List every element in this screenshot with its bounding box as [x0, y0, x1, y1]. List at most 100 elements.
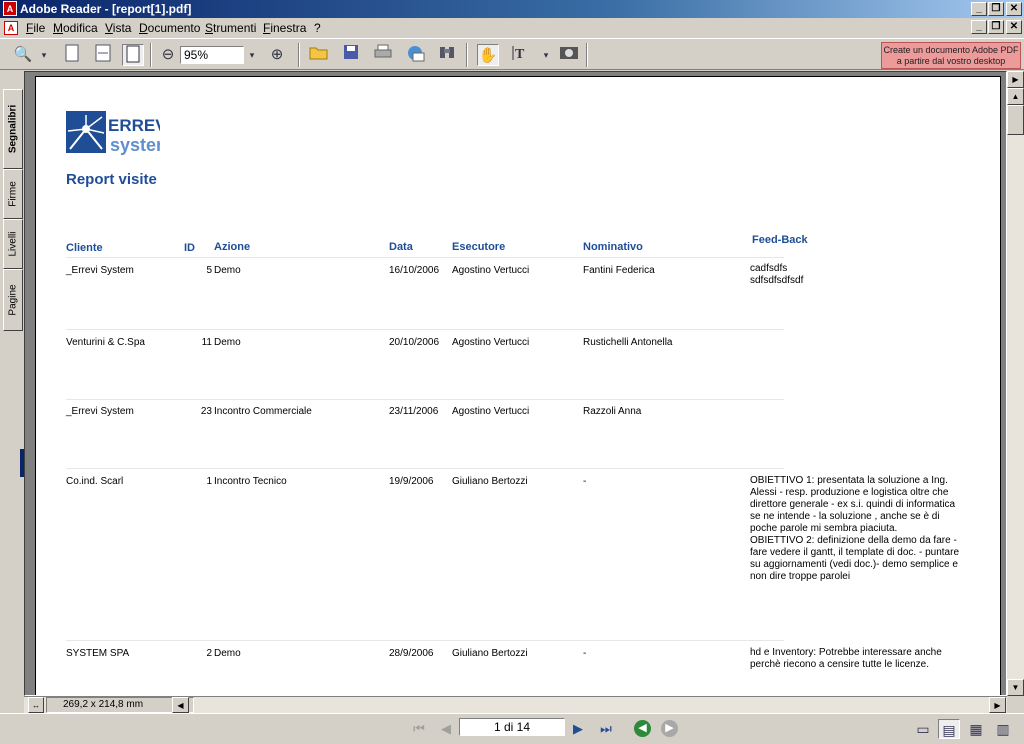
last-page-icon[interactable]: ⏭	[596, 719, 616, 739]
header-id: ID	[184, 242, 195, 254]
scroll-thumb[interactable]	[1007, 105, 1024, 135]
cell-id: 11	[201, 337, 212, 348]
menu-strumenti[interactable]: Strumenti	[205, 21, 256, 35]
cell-azione: Incontro Commerciale	[214, 406, 312, 417]
document-view[interactable]: ERREVI system Report visite Cliente ID A…	[24, 71, 1007, 696]
cell-esecutore: Agostino Vertucci	[452, 265, 530, 276]
svg-text:ERREVI: ERREVI	[108, 116, 160, 135]
go-forward-icon[interactable]: ▶	[661, 720, 678, 737]
scroll-down-icon[interactable]: ▼	[1007, 679, 1024, 696]
scroll-right-icon[interactable]: ▶	[989, 697, 1006, 713]
adobe-reader-icon: A	[3, 1, 17, 16]
facing-icon[interactable]: ▦	[965, 719, 987, 739]
print-icon[interactable]	[372, 44, 394, 66]
cell-nominativo: Rustichelli Antonella	[583, 337, 673, 348]
search-icon[interactable]	[436, 44, 458, 66]
zoom-dropdown-icon[interactable]: ▾	[38, 44, 50, 66]
continuous-facing-icon[interactable]: ▥	[992, 719, 1014, 739]
fit-page-icon[interactable]	[122, 44, 144, 66]
first-page-icon[interactable]: ⏮	[409, 719, 429, 739]
close-button[interactable]: ✕	[1006, 2, 1022, 16]
next-page-icon[interactable]: ▶	[568, 719, 588, 739]
email-icon[interactable]	[404, 44, 426, 66]
cell-feedback: hd e Inventory: Potrebbe interessare anc…	[750, 647, 942, 670]
errevi-logo: ERREVI system	[66, 109, 172, 155]
tab-pagine[interactable]: Pagine	[3, 269, 23, 331]
menu-documento[interactable]: Documento	[139, 21, 200, 35]
cell-id: 5	[206, 265, 212, 276]
save-icon[interactable]	[340, 44, 362, 66]
title-bar: A Adobe Reader - [report[1].pdf] _ ❐ ✕	[0, 0, 1024, 18]
cell-cliente: SYSTEM SPA	[66, 648, 130, 659]
cell-data: 16/10/2006	[389, 265, 440, 276]
cell-nominativo: -	[583, 648, 587, 659]
resize-arrows-icon[interactable]: ↔	[28, 697, 44, 713]
menu-help[interactable]: ?	[314, 21, 321, 35]
tab-livelli[interactable]: Livelli	[3, 219, 23, 269]
zoom-input[interactable]: 95%	[180, 46, 244, 64]
vertical-scrollbar[interactable]: ▶ ▲ ▼	[1007, 71, 1024, 696]
scroll-left-icon[interactable]: ◀	[172, 697, 189, 713]
menu-file[interactable]: File	[26, 21, 45, 35]
hand-icon[interactable]: ✋	[477, 44, 499, 66]
tab-segnalibri[interactable]: Segnalibri	[3, 89, 23, 169]
toolbar-separator	[298, 43, 300, 67]
minimize-button[interactable]: _	[971, 2, 987, 16]
svg-text:T: T	[515, 47, 525, 62]
create-pdf-promo-button[interactable]: Create un documento Adobe PDF a partire …	[881, 42, 1021, 69]
page-nav-arrow-icon[interactable]: ▶	[1007, 71, 1024, 88]
row-divider	[66, 257, 784, 258]
cell-data: 23/11/2006	[389, 406, 439, 417]
tab-firme[interactable]: Firme	[3, 169, 23, 219]
cell-nominativo: -	[583, 476, 587, 487]
cell-esecutore: Agostino Vertucci	[452, 406, 530, 417]
cell-id: 23	[200, 406, 212, 417]
zoom-in-icon[interactable]: ⊕	[266, 44, 288, 66]
go-back-icon[interactable]: ◀	[634, 720, 651, 737]
cell-cliente: _Errevi System	[66, 406, 134, 417]
open-folder-icon[interactable]	[308, 44, 330, 66]
row-divider	[66, 640, 784, 641]
header-feedback: Feed-Back	[752, 234, 808, 246]
page-number-input[interactable]: 1 di 14	[459, 718, 565, 736]
toolbar: 🔍 ▾ ⊖ 95% ▾ ⊕ ✋ T ▾ Create un documento …	[0, 38, 1024, 70]
row-divider	[66, 399, 784, 400]
header-nominativo: Nominativo	[583, 241, 643, 253]
menu-modifica[interactable]: Modifica	[53, 21, 98, 35]
cell-feedback: cadfsdfs sdfsdfsdfsdf	[750, 263, 804, 286]
cell-azione: Demo	[214, 265, 241, 276]
zoom-out-icon[interactable]: ⊖	[157, 44, 179, 66]
row-divider	[66, 329, 784, 330]
cell-azione: Incontro Tecnico	[214, 476, 287, 487]
menu-vista[interactable]: Vista	[105, 21, 131, 35]
report-title: Report visite	[66, 171, 157, 188]
svg-text:system: system	[110, 135, 160, 155]
snapshot-icon[interactable]	[558, 44, 580, 66]
navigation-pane: Segnalibri Firme Livelli Pagine	[0, 71, 24, 696]
zoom-icon[interactable]: 🔍	[12, 44, 34, 66]
horizontal-scrollbar[interactable]: ↔ 269,2 x 214,8 mm ◀ ▶	[24, 696, 1007, 713]
header-cliente: Cliente	[66, 242, 103, 254]
doc-close-button[interactable]: ✕	[1006, 20, 1022, 34]
maximize-button[interactable]: ❐	[988, 2, 1004, 16]
document-icon[interactable]: A	[4, 21, 18, 35]
cell-data: 19/9/2006	[389, 476, 434, 487]
previous-page-icon[interactable]: ◀	[436, 719, 456, 739]
toolbar-separator	[150, 43, 152, 67]
scroll-up-icon[interactable]: ▲	[1007, 88, 1024, 105]
cell-id: 1	[206, 476, 212, 487]
header-azione: Azione	[214, 241, 251, 253]
cell-cliente: Venturini & C.Spa	[66, 337, 145, 348]
select-dropdown-icon[interactable]: ▾	[540, 44, 552, 66]
doc-minimize-button[interactable]: _	[971, 20, 987, 34]
zoom-level-dropdown-icon[interactable]: ▾	[245, 44, 259, 66]
single-page-icon[interactable]: ▭	[912, 719, 934, 739]
menu-finestra[interactable]: Finestra	[263, 21, 306, 35]
menu-bar: A File Modifica Vista Documento Strument…	[0, 18, 1024, 38]
select-text-icon[interactable]: T	[510, 44, 532, 66]
fit-width-icon[interactable]	[92, 44, 114, 66]
page-icon[interactable]	[61, 44, 83, 66]
continuous-icon[interactable]: ▤	[938, 719, 960, 739]
header-esecutore: Esecutore	[452, 241, 506, 253]
doc-restore-button[interactable]: ❐	[988, 20, 1004, 34]
